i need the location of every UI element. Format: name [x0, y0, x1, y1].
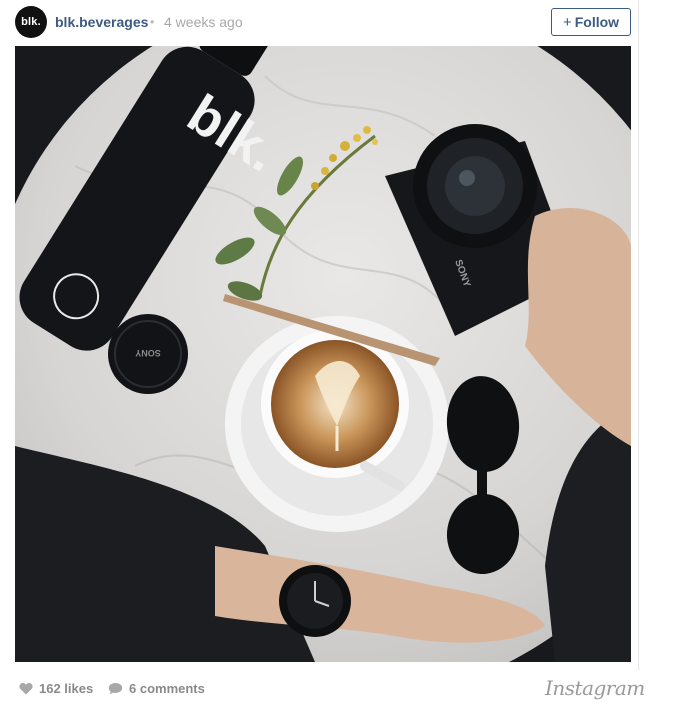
- likes-count[interactable]: 162 likes: [19, 681, 93, 696]
- lens-cap-brand: SONY: [135, 348, 161, 358]
- plus-icon: +: [562, 13, 572, 31]
- follow-label: Follow: [574, 14, 620, 30]
- instagram-logo[interactable]: Instagram: [545, 676, 645, 700]
- separator-dot: •: [150, 15, 155, 29]
- heart-icon: [19, 683, 33, 695]
- avatar-text: blk.: [21, 16, 41, 28]
- instagram-embed-card: blk. blk.beverages • 4 weeks ago + Follo…: [0, 0, 645, 704]
- comments-label: 6 comments: [129, 681, 205, 696]
- username-link[interactable]: blk.beverages: [55, 14, 148, 30]
- avatar[interactable]: blk.: [15, 6, 47, 38]
- comments-count[interactable]: 6 comments: [108, 681, 205, 696]
- follow-button[interactable]: + Follow: [551, 8, 631, 36]
- likes-label: 162 likes: [39, 681, 94, 696]
- post-footer: 162 likes 6 comments Instagram: [0, 670, 645, 704]
- speech-bubble-icon: [108, 683, 123, 695]
- post-photo[interactable]: blk. SONY SONY: [15, 46, 631, 662]
- post-header: blk. blk.beverages • 4 weeks ago + Follo…: [0, 0, 639, 44]
- post-timestamp[interactable]: 4 weeks ago: [164, 14, 243, 30]
